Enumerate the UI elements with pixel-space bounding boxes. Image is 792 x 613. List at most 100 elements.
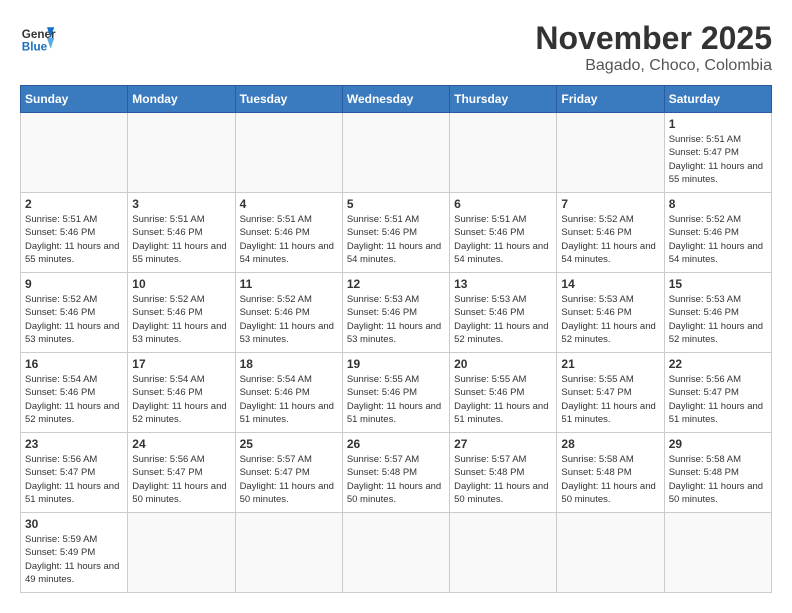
calendar-cell: 12 Sunrise: 5:53 AM Sunset: 5:46 PM Dayli… [342,273,449,353]
calendar-cell [342,113,449,193]
calendar-cell: 14Sunrise: 5:53 AM Sunset: 5:46 PM Dayli… [557,273,664,353]
day-number: 10 [132,277,230,291]
day-number: 17 [132,357,230,371]
day-number: 6 [454,197,552,211]
calendar-week-3: 16 Sunrise: 5:54 AM Sunset: 5:46 PM Dayli… [21,353,772,433]
calendar-cell [557,113,664,193]
day-info: Sunrise: 5:55 AM Sunset: 5:46 PM Dayligh… [454,373,552,426]
calendar-cell [128,113,235,193]
svg-text:Blue: Blue [22,41,48,54]
day-info: Sunrise: 5:57 AM Sunset: 5:47 PM Dayligh… [240,453,338,506]
day-number: 23 [25,437,123,451]
calendar-cell: 1 Sunrise: 5:51 AM Sunset: 5:47 PM Daylig… [664,113,771,193]
calendar-week-2: 9Sunrise: 5:52 AM Sunset: 5:46 PM Daylig… [21,273,772,353]
day-info: Sunrise: 5:53 AM Sunset: 5:46 PM Dayligh… [669,293,767,346]
day-info: Sunrise: 5:57 AM Sunset: 5:48 PM Dayligh… [347,453,445,506]
day-number: 4 [240,197,338,211]
day-number: 26 [347,437,445,451]
calendar-week-4: 23 Sunrise: 5:56 AM Sunset: 5:47 PM Dayli… [21,433,772,513]
calendar-cell: 15 Sunrise: 5:53 AM Sunset: 5:46 PM Dayli… [664,273,771,353]
calendar-cell: 2Sunrise: 5:51 AM Sunset: 5:46 PM Daylig… [21,193,128,273]
day-number: 11 [240,277,338,291]
calendar-cell: 13Sunrise: 5:53 AM Sunset: 5:46 PM Dayli… [450,273,557,353]
calendar-cell: 11 Sunrise: 5:52 AM Sunset: 5:46 PM Dayli… [235,273,342,353]
day-number: 25 [240,437,338,451]
weekday-header-friday: Friday [557,86,664,113]
day-info: Sunrise: 5:56 AM Sunset: 5:47 PM Dayligh… [132,453,230,506]
calendar-cell [235,513,342,593]
title-section: November 2025 Bagado, Choco, Colombia [535,20,772,75]
day-info: Sunrise: 5:56 AM Sunset: 5:47 PM Dayligh… [25,453,123,506]
day-info: Sunrise: 5:52 AM Sunset: 5:46 PM Dayligh… [669,213,767,266]
weekday-header-tuesday: Tuesday [235,86,342,113]
day-info: Sunrise: 5:51 AM Sunset: 5:46 PM Dayligh… [454,213,552,266]
day-info: Sunrise: 5:58 AM Sunset: 5:48 PM Dayligh… [669,453,767,506]
day-info: Sunrise: 5:51 AM Sunset: 5:46 PM Dayligh… [347,213,445,266]
calendar-cell: 27 Sunrise: 5:57 AM Sunset: 5:48 PM Dayli… [450,433,557,513]
calendar-cell: 17 Sunrise: 5:54 AM Sunset: 5:46 PM Dayli… [128,353,235,433]
calendar-cell [235,113,342,193]
calendar-cell: 25 Sunrise: 5:57 AM Sunset: 5:47 PM Dayli… [235,433,342,513]
day-number: 15 [669,277,767,291]
day-number: 30 [25,517,123,531]
calendar-cell [128,513,235,593]
calendar-cell [450,513,557,593]
day-info: Sunrise: 5:57 AM Sunset: 5:48 PM Dayligh… [454,453,552,506]
calendar-cell: 4 Sunrise: 5:51 AM Sunset: 5:46 PM Daylig… [235,193,342,273]
calendar-cell [450,113,557,193]
day-number: 19 [347,357,445,371]
day-info: Sunrise: 5:55 AM Sunset: 5:46 PM Dayligh… [347,373,445,426]
day-number: 18 [240,357,338,371]
calendar-cell: 9Sunrise: 5:52 AM Sunset: 5:46 PM Daylig… [21,273,128,353]
day-info: Sunrise: 5:54 AM Sunset: 5:46 PM Dayligh… [25,373,123,426]
weekday-header-row: SundayMondayTuesdayWednesdayThursdayFrid… [21,86,772,113]
calendar-cell: 3 Sunrise: 5:51 AM Sunset: 5:46 PM Daylig… [128,193,235,273]
weekday-header-wednesday: Wednesday [342,86,449,113]
day-number: 3 [132,197,230,211]
calendar-cell: 23 Sunrise: 5:56 AM Sunset: 5:47 PM Dayli… [21,433,128,513]
day-number: 1 [669,117,767,131]
day-number: 27 [454,437,552,451]
day-number: 16 [25,357,123,371]
weekday-header-thursday: Thursday [450,86,557,113]
day-info: Sunrise: 5:54 AM Sunset: 5:46 PM Dayligh… [132,373,230,426]
calendar-cell [21,113,128,193]
day-info: Sunrise: 5:53 AM Sunset: 5:46 PM Dayligh… [347,293,445,346]
day-info: Sunrise: 5:53 AM Sunset: 5:46 PM Dayligh… [561,293,659,346]
calendar-cell: 30 Sunrise: 5:59 AM Sunset: 5:49 PM Dayli… [21,513,128,593]
calendar-table: SundayMondayTuesdayWednesdayThursdayFrid… [20,85,772,593]
calendar-cell: 24Sunrise: 5:56 AM Sunset: 5:47 PM Dayli… [128,433,235,513]
day-number: 8 [669,197,767,211]
logo-icon: General Blue [20,20,56,56]
day-info: Sunrise: 5:56 AM Sunset: 5:47 PM Dayligh… [669,373,767,426]
day-number: 2 [25,197,123,211]
calendar-week-0: 1 Sunrise: 5:51 AM Sunset: 5:47 PM Daylig… [21,113,772,193]
day-info: Sunrise: 5:54 AM Sunset: 5:46 PM Dayligh… [240,373,338,426]
calendar-cell: 5Sunrise: 5:51 AM Sunset: 5:46 PM Daylig… [342,193,449,273]
weekday-header-saturday: Saturday [664,86,771,113]
day-info: Sunrise: 5:52 AM Sunset: 5:46 PM Dayligh… [561,213,659,266]
day-info: Sunrise: 5:51 AM Sunset: 5:46 PM Dayligh… [132,213,230,266]
day-info: Sunrise: 5:55 AM Sunset: 5:47 PM Dayligh… [561,373,659,426]
calendar-cell: 6 Sunrise: 5:51 AM Sunset: 5:46 PM Daylig… [450,193,557,273]
location-title: Bagado, Choco, Colombia [535,57,772,75]
day-info: Sunrise: 5:58 AM Sunset: 5:48 PM Dayligh… [561,453,659,506]
day-info: Sunrise: 5:59 AM Sunset: 5:49 PM Dayligh… [25,533,123,586]
day-info: Sunrise: 5:51 AM Sunset: 5:46 PM Dayligh… [240,213,338,266]
calendar-cell: 29 Sunrise: 5:58 AM Sunset: 5:48 PM Dayli… [664,433,771,513]
calendar-week-5: 30 Sunrise: 5:59 AM Sunset: 5:49 PM Dayli… [21,513,772,593]
day-info: Sunrise: 5:52 AM Sunset: 5:46 PM Dayligh… [132,293,230,346]
page-header: General Blue November 2025 Bagado, Choco… [20,20,772,75]
day-number: 12 [347,277,445,291]
day-info: Sunrise: 5:52 AM Sunset: 5:46 PM Dayligh… [240,293,338,346]
calendar-cell: 18 Sunrise: 5:54 AM Sunset: 5:46 PM Dayli… [235,353,342,433]
weekday-header-sunday: Sunday [21,86,128,113]
calendar-cell: 26 Sunrise: 5:57 AM Sunset: 5:48 PM Dayli… [342,433,449,513]
day-number: 13 [454,277,552,291]
day-info: Sunrise: 5:51 AM Sunset: 5:47 PM Dayligh… [669,133,767,186]
calendar-cell: 8 Sunrise: 5:52 AM Sunset: 5:46 PM Daylig… [664,193,771,273]
calendar-cell [342,513,449,593]
day-number: 21 [561,357,659,371]
day-number: 20 [454,357,552,371]
day-number: 29 [669,437,767,451]
